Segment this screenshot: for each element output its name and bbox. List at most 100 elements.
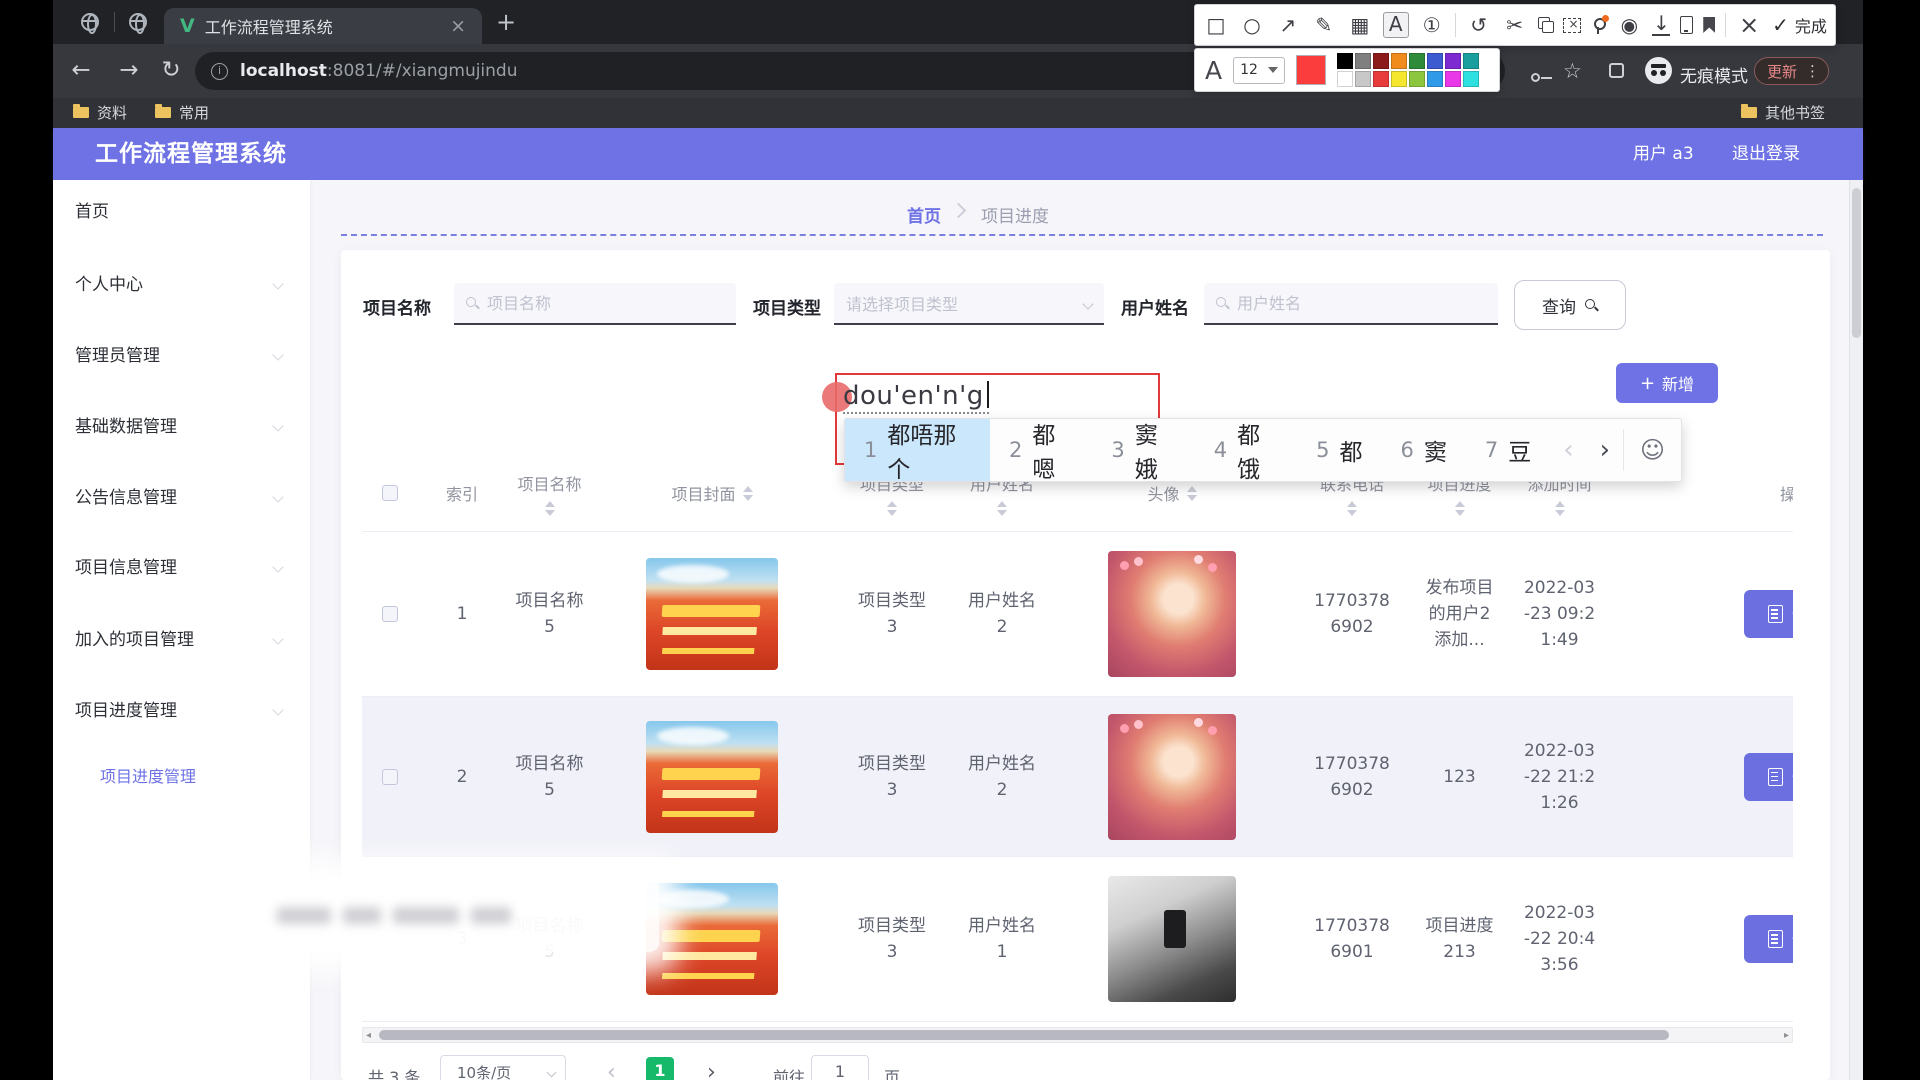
translate-icon[interactable] (1538, 17, 1554, 33)
palette-color-swatch[interactable] (1373, 71, 1389, 87)
palette-color-swatch[interactable] (1463, 53, 1479, 69)
page-size-select[interactable]: 10条/页 (440, 1055, 566, 1080)
record-icon[interactable]: ◉ (1616, 13, 1642, 37)
font-size-select[interactable]: 12 (1233, 57, 1285, 84)
palette-color-swatch[interactable] (1427, 71, 1443, 87)
download-icon[interactable]: ↓ (1652, 15, 1670, 36)
page-scrollbar[interactable] (1849, 180, 1863, 1080)
ime-candidate[interactable]: 6窦 (1381, 419, 1465, 481)
pinned-tab[interactable] (81, 13, 99, 35)
sidebar-subitem-progress-active[interactable]: 项目进度管理 (100, 766, 196, 788)
sidebar-item-progress[interactable]: 项目进度管理 (75, 699, 290, 723)
incognito-avatar-icon[interactable] (1645, 57, 1672, 84)
text-tool-icon[interactable]: A (1383, 12, 1409, 38)
detail-button[interactable]: 详情 (1744, 753, 1793, 801)
sort-icons[interactable] (887, 501, 897, 516)
forward-button[interactable]: → (115, 57, 143, 83)
palette-color-swatch[interactable] (1427, 53, 1443, 69)
rect-tool-icon[interactable]: □ (1203, 13, 1229, 37)
table-row[interactable]: 2 项目名称 5 项目类型 3 用户姓名 2 1770378 6902 123 … (362, 697, 1793, 857)
ime-candidate[interactable]: 1都唔那个 (845, 419, 990, 481)
sidebar-item-profile[interactable]: 个人中心 (75, 273, 290, 297)
user-name-input[interactable] (1237, 294, 1486, 313)
mosaic-tool-icon[interactable]: ▦ (1347, 13, 1373, 37)
pen-tool-icon[interactable]: ✎ (1311, 13, 1337, 37)
detail-button[interactable]: 详情 (1744, 915, 1793, 963)
ime-prev-page-icon[interactable]: ‹ (1550, 419, 1586, 481)
sidebar-item-notice[interactable]: 公告信息管理 (75, 486, 290, 510)
pin-icon[interactable] (1591, 18, 1606, 33)
sidebar-item-home[interactable]: 首页 (75, 200, 290, 224)
undo-icon[interactable]: ↺ (1466, 13, 1492, 37)
palette-color-swatch[interactable] (1445, 71, 1461, 87)
arrow-tool-icon[interactable]: ↗ (1275, 13, 1301, 37)
row-checkbox[interactable] (382, 769, 398, 785)
active-tab[interactable]: V 工作流程管理系统 × (164, 8, 482, 44)
logout-link[interactable]: 退出登录 (1732, 128, 1800, 180)
back-button[interactable]: ← (67, 57, 95, 83)
new-tab-button[interactable]: + (496, 8, 516, 36)
detail-button[interactable]: 详情 (1744, 590, 1793, 638)
scrollbar-thumb[interactable] (379, 1030, 1669, 1040)
sort-icons[interactable] (545, 501, 555, 516)
palette-color-swatch[interactable] (1337, 71, 1353, 87)
palette-color-swatch[interactable] (1391, 53, 1407, 69)
palette-color-swatch[interactable] (1409, 71, 1425, 87)
sidebar-item-basedata[interactable]: 基础数据管理 (75, 415, 290, 439)
site-info-icon[interactable]: i (211, 63, 228, 80)
project-name-input[interactable] (487, 294, 724, 313)
ime-candidate[interactable]: 2都嗯 (990, 419, 1092, 481)
ocr-icon[interactable] (1563, 18, 1581, 33)
region-cut-icon[interactable]: ✂ (1502, 13, 1528, 37)
palette-color-swatch[interactable] (1337, 53, 1353, 69)
menu-dots-icon[interactable]: ⋮ (1805, 62, 1820, 80)
pagination-current-page[interactable]: 1 (646, 1057, 674, 1080)
bookmark-star-icon[interactable]: ☆ (1563, 59, 1582, 83)
scroll-right-icon[interactable]: ▸ (1784, 1029, 1789, 1042)
pagination-next[interactable]: › (707, 1060, 716, 1080)
palette-color-swatch[interactable] (1409, 53, 1425, 69)
device-icon[interactable] (1680, 16, 1693, 34)
sort-icons[interactable] (1187, 486, 1197, 501)
breadcrumb-home[interactable]: 首页 (907, 202, 941, 227)
palette-color-swatch[interactable] (1391, 71, 1407, 87)
browser-update-button[interactable]: 更新 ⋮ (1754, 57, 1829, 85)
ime-candidate[interactable]: 3窦娥 (1092, 419, 1194, 481)
ime-candidate[interactable]: 5都 (1297, 419, 1381, 481)
sidebar-item-projectinfo[interactable]: 项目信息管理 (75, 556, 290, 580)
project-type-select[interactable]: 请选择项目类型 (834, 283, 1104, 325)
add-button[interactable]: + 新增 (1616, 363, 1718, 403)
table-row[interactable]: 1 项目名称 5 项目类型 3 用户姓名 2 1770378 6902 发布项目… (362, 532, 1793, 697)
current-color-swatch[interactable] (1296, 55, 1326, 85)
ime-composition[interactable]: dou'en'n'g (843, 381, 989, 414)
other-bookmarks[interactable]: 其他书签 (1741, 103, 1825, 123)
extension-icon[interactable] (1609, 63, 1624, 78)
confirm-capture-button[interactable]: ✓ 完成 (1772, 13, 1827, 37)
query-button[interactable]: 查询 (1514, 280, 1626, 330)
palette-color-swatch[interactable] (1355, 53, 1371, 69)
sort-icons[interactable] (1455, 501, 1465, 516)
sort-icons[interactable] (743, 486, 753, 501)
header-name[interactable]: 项目名称 (507, 455, 592, 531)
bookmark-tool-icon[interactable] (1703, 17, 1715, 33)
pagination-prev[interactable]: ‹ (607, 1060, 616, 1080)
palette-color-swatch[interactable] (1463, 71, 1479, 87)
select-all-checkbox[interactable] (382, 485, 398, 501)
emoji-icon[interactable]: ☺ (1624, 419, 1681, 481)
bookmark-folder[interactable]: 资料 (73, 103, 127, 123)
ime-candidate[interactable]: 4都饿 (1195, 419, 1297, 481)
ime-next-page-icon[interactable]: › (1587, 419, 1623, 481)
bookmark-folder[interactable]: 常用 (155, 103, 209, 123)
palette-color-swatch[interactable] (1373, 53, 1389, 69)
cancel-capture-icon[interactable]: × (1736, 11, 1762, 39)
pagination-goto-input[interactable] (811, 1055, 869, 1080)
palette-color-swatch[interactable] (1355, 71, 1371, 87)
sidebar-item-joined[interactable]: 加入的项目管理 (75, 628, 290, 652)
palette-color-swatch[interactable] (1445, 53, 1461, 69)
ime-candidate[interactable]: 7豆 (1466, 419, 1550, 481)
header-cover[interactable]: 项目封面 (592, 455, 832, 531)
pinned-tab[interactable] (129, 13, 147, 35)
table-horizontal-scrollbar[interactable]: ◂ ▸ (362, 1027, 1793, 1043)
step-number-tool-icon[interactable]: ① (1419, 13, 1445, 37)
password-key-icon[interactable] (1531, 73, 1540, 82)
